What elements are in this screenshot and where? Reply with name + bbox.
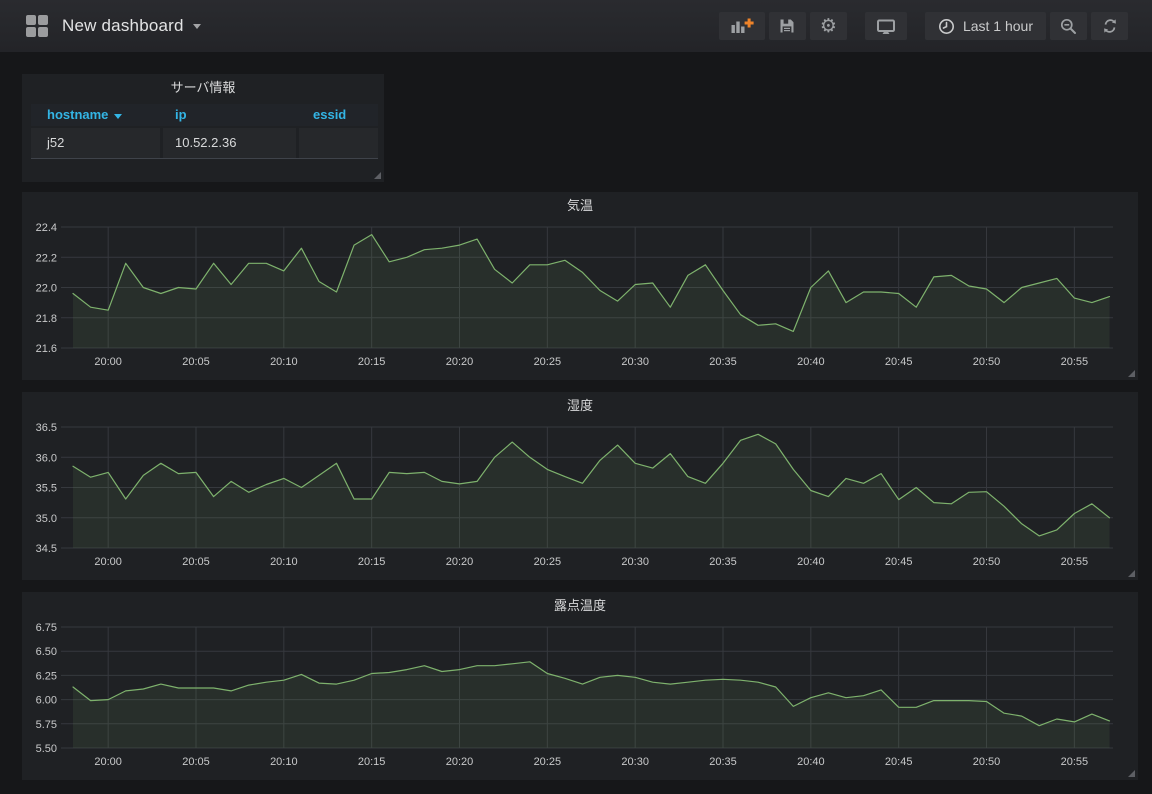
svg-text:20:10: 20:10 <box>270 756 298 768</box>
svg-text:20:25: 20:25 <box>534 356 562 368</box>
settings-button[interactable]: ⚙ <box>810 12 847 40</box>
panel-title[interactable]: 露点温度 <box>22 592 1138 618</box>
svg-text:35.5: 35.5 <box>36 483 57 495</box>
svg-text:6.75: 6.75 <box>36 622 57 634</box>
svg-text:36.0: 36.0 <box>36 452 57 464</box>
clock-icon <box>938 18 955 35</box>
svg-text:20:30: 20:30 <box>621 756 649 768</box>
svg-text:20:10: 20:10 <box>270 556 298 568</box>
column-header-ip[interactable]: ip <box>175 104 187 126</box>
svg-text:20:45: 20:45 <box>885 356 913 368</box>
dashboard-title[interactable]: New dashboard <box>62 16 184 36</box>
svg-text:20:45: 20:45 <box>885 556 913 568</box>
svg-text:20:25: 20:25 <box>534 756 562 768</box>
chevron-down-icon[interactable] <box>193 24 201 29</box>
refresh-button[interactable] <box>1091 12 1128 40</box>
svg-text:20:40: 20:40 <box>797 356 825 368</box>
svg-text:20:40: 20:40 <box>797 556 825 568</box>
svg-text:22.0: 22.0 <box>36 283 57 295</box>
svg-text:22.2: 22.2 <box>36 252 57 264</box>
panel-title[interactable]: サーバ情報 <box>22 74 384 100</box>
panel-resize-handle[interactable] <box>1128 370 1135 377</box>
svg-text:20:25: 20:25 <box>534 556 562 568</box>
svg-text:20:20: 20:20 <box>446 356 474 368</box>
row-separator <box>31 158 378 159</box>
refresh-icon <box>1102 18 1118 34</box>
svg-text:6.50: 6.50 <box>36 646 57 658</box>
zoom-out-magnifier-icon <box>1060 18 1077 35</box>
svg-text:21.6: 21.6 <box>36 343 57 355</box>
svg-text:20:15: 20:15 <box>358 756 386 768</box>
svg-text:20:20: 20:20 <box>446 556 474 568</box>
column-header-hostname[interactable]: hostname <box>47 104 122 126</box>
svg-text:20:15: 20:15 <box>358 356 386 368</box>
svg-text:20:35: 20:35 <box>709 356 737 368</box>
panel-title[interactable]: 気温 <box>22 192 1138 218</box>
save-dashboard-button[interactable] <box>769 12 806 40</box>
panel-title[interactable]: 湿度 <box>22 392 1138 418</box>
tv-monitor-icon <box>876 18 896 35</box>
panel-resize-handle[interactable] <box>374 172 381 179</box>
svg-text:20:45: 20:45 <box>885 756 913 768</box>
svg-text:20:05: 20:05 <box>182 556 210 568</box>
table-row: j52 10.52.2.36 <box>22 128 384 158</box>
svg-text:20:55: 20:55 <box>1061 556 1089 568</box>
svg-text:20:10: 20:10 <box>270 356 298 368</box>
table-header: hostname ip essid <box>31 104 378 126</box>
panel-resize-handle[interactable] <box>1128 770 1135 777</box>
svg-text:20:05: 20:05 <box>182 356 210 368</box>
dew-point-chart-panel: 5.50 5.75 6.00 6.25 6.50 6.75 20:00 20:05 20:10 2… <box>22 592 1138 780</box>
cycle-view-mode-button[interactable] <box>865 12 907 40</box>
svg-text:20:20: 20:20 <box>446 756 474 768</box>
cell-ip: 10.52.2.36 <box>163 128 296 158</box>
add-panel-button[interactable] <box>719 12 765 40</box>
svg-text:20:50: 20:50 <box>973 756 1001 768</box>
svg-text:20:35: 20:35 <box>709 756 737 768</box>
time-range-button[interactable]: Last 1 hour <box>925 12 1046 40</box>
svg-text:20:30: 20:30 <box>621 356 649 368</box>
svg-text:6.00: 6.00 <box>36 695 57 707</box>
temperature-chart-panel: 21.6 21.8 22.0 22.2 22.4 20:00 20:05 20:10 20:15… <box>22 192 1138 380</box>
svg-text:20:00: 20:00 <box>94 556 122 568</box>
svg-text:20:55: 20:55 <box>1061 756 1089 768</box>
svg-text:36.5: 36.5 <box>36 422 57 434</box>
svg-text:20:05: 20:05 <box>182 756 210 768</box>
svg-text:21.8: 21.8 <box>36 313 57 325</box>
svg-text:35.0: 35.0 <box>36 513 57 525</box>
server-info-table-panel: サーバ情報 hostname ip essid j52 10.52.2.36 <box>22 74 384 182</box>
sort-caret-icon <box>114 114 122 119</box>
svg-text:20:35: 20:35 <box>709 556 737 568</box>
panel-resize-handle[interactable] <box>1128 570 1135 577</box>
svg-text:34.5: 34.5 <box>36 543 57 555</box>
svg-text:5.75: 5.75 <box>36 719 57 731</box>
svg-text:20:00: 20:00 <box>94 756 122 768</box>
cell-hostname: j52 <box>31 128 160 158</box>
svg-text:20:15: 20:15 <box>358 556 386 568</box>
svg-text:20:55: 20:55 <box>1061 356 1089 368</box>
time-range-label: Last 1 hour <box>963 18 1033 34</box>
svg-text:6.25: 6.25 <box>36 670 57 682</box>
svg-text:20:00: 20:00 <box>94 356 122 368</box>
gear-icon: ⚙ <box>820 17 837 36</box>
svg-text:20:40: 20:40 <box>797 756 825 768</box>
column-header-essid[interactable]: essid <box>313 104 346 126</box>
humidity-chart-panel: 34.5 35.0 35.5 36.0 36.5 20:00 20:05 20:10 20:15… <box>22 392 1138 580</box>
grafana-dashboard: New dashboard <box>0 0 1152 794</box>
svg-text:20:50: 20:50 <box>973 356 1001 368</box>
save-floppy-icon <box>779 18 795 34</box>
svg-text:22.4: 22.4 <box>36 222 57 234</box>
svg-text:20:30: 20:30 <box>621 556 649 568</box>
svg-text:5.50: 5.50 <box>36 743 57 755</box>
bar-chart-plus-icon <box>730 18 754 34</box>
cell-essid <box>299 128 378 158</box>
dashboard-grid-icon[interactable] <box>26 15 48 37</box>
navbar: New dashboard <box>0 0 1152 52</box>
svg-text:20:50: 20:50 <box>973 556 1001 568</box>
zoom-out-button[interactable] <box>1050 12 1087 40</box>
